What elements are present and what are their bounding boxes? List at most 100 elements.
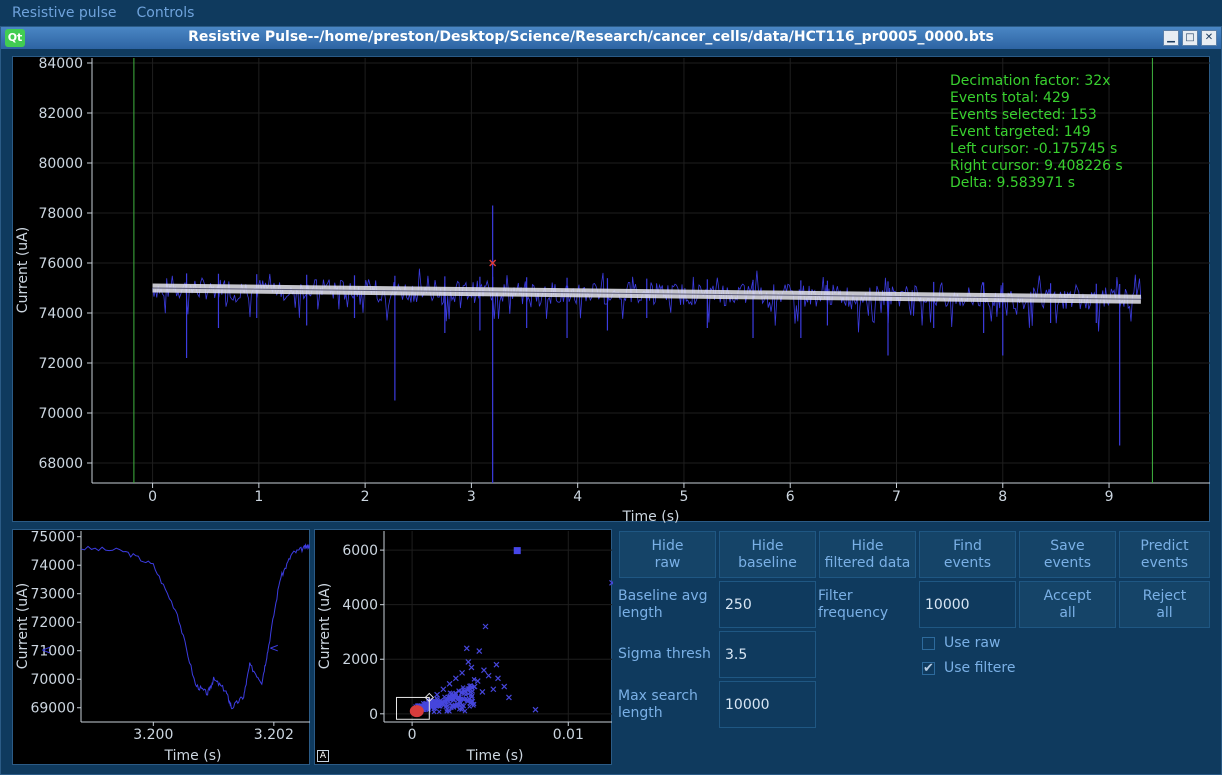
y-tick-label: 2000 <box>342 652 378 668</box>
find-events-label: Find events <box>943 537 992 571</box>
y-tick-label: 72000 <box>38 356 83 372</box>
scatter-point <box>609 579 613 586</box>
y-tick-label: 72000 <box>30 615 75 631</box>
y-tick-label: 76000 <box>38 256 83 272</box>
x-tick-label: 3.200 <box>133 727 173 743</box>
x-tick-label: 1 <box>254 489 263 505</box>
info-line: Event targeted: 149 <box>950 124 1091 140</box>
x-tick-label: 2 <box>361 489 370 505</box>
reject-all-label: Reject all <box>1142 587 1187 621</box>
y-tick-label: 73000 <box>30 587 75 603</box>
scatter-point <box>440 686 447 693</box>
hide-baseline-button[interactable]: Hide baseline <box>719 531 816 578</box>
y-tick-label: 80000 <box>38 156 83 172</box>
left-event-cursor: < <box>41 643 51 657</box>
scatter-point <box>506 694 512 701</box>
title-bar[interactable]: Qt Resistive Pulse--/home/preston/Deskto… <box>1 27 1221 49</box>
scatter-point <box>485 672 492 679</box>
info-line: Events selected: 153 <box>950 107 1097 123</box>
event-trace <box>80 543 310 710</box>
selected-event-point <box>513 547 521 555</box>
main-plot-canvas[interactable]: 68000 70000 72000 74000 76000 78000 80000 82000… <box>13 57 1211 523</box>
x-tick-label: 0 <box>148 489 157 505</box>
main-signal-plot[interactable]: 68000 70000 72000 74000 76000 78000 80000 82000… <box>12 56 1211 523</box>
use-raw-label: Use raw <box>944 635 1001 651</box>
x-tick-label: 5 <box>679 489 688 505</box>
hide-baseline-label: Hide baseline <box>738 537 797 571</box>
event-scatter-plot[interactable]: 0 2000 4000 6000 0 0.01 Time (s) Current (uA) <box>314 529 613 766</box>
filter-frequency-input[interactable]: 10000 <box>919 581 1016 628</box>
scatter-point <box>479 689 486 695</box>
use-raw-check-icon[interactable] <box>922 636 935 650</box>
info-line: Right cursor: 9.408226 s <box>950 158 1123 174</box>
use-filtered-checkbox[interactable]: ✔ Use filtere <box>922 659 1015 677</box>
baseline-avg-text: Baseline avg length <box>618 587 708 621</box>
accept-all-button[interactable]: Accept all <box>1019 581 1116 628</box>
hide-raw-label: Hide raw <box>651 537 684 571</box>
auto-range-button[interactable]: A <box>317 750 329 762</box>
x-tick-label: 4 <box>573 489 582 505</box>
window-title: Resistive Pulse--/home/preston/Desktop/S… <box>188 29 994 45</box>
info-line: Delta: 9.583971 s <box>950 175 1075 191</box>
max-search-input[interactable]: 10000 <box>719 681 816 728</box>
filter-frequency-text: Filter frequency <box>818 587 889 621</box>
sigma-thresh-label: Sigma thresh <box>618 646 711 662</box>
reject-all-button[interactable]: Reject all <box>1119 581 1210 628</box>
predict-events-button[interactable]: Predict events <box>1119 531 1210 578</box>
scatter-point <box>482 623 489 630</box>
sigma-thresh-input[interactable]: 3.5 <box>719 631 816 678</box>
x-tick-label: 0.01 <box>553 727 584 743</box>
info-line: Left cursor: -0.175745 s <box>950 141 1117 157</box>
y-tick-label: 6000 <box>342 543 378 559</box>
save-events-button[interactable]: Save events <box>1019 531 1116 578</box>
use-raw-checkbox[interactable]: Use raw <box>922 634 1000 652</box>
y-tick-label: 74000 <box>30 558 75 574</box>
event-detail-plot[interactable]: 69000 70000 71000 72000 73000 74000 75000 3.200… <box>12 529 310 765</box>
y-tick-label: 75000 <box>30 530 75 546</box>
event-plot-canvas[interactable]: 69000 70000 71000 72000 73000 74000 75000 3.200… <box>13 530 311 766</box>
baseline-avg-label: Baseline avg length <box>618 581 716 628</box>
minimize-button[interactable]: ▁ <box>1163 30 1179 46</box>
find-events-button[interactable]: Find events <box>919 531 1016 578</box>
y-tick-label: 84000 <box>38 57 83 72</box>
scatter-point <box>532 706 539 713</box>
rejected-event-cluster <box>409 705 424 718</box>
close-button[interactable]: ✕ <box>1201 30 1217 46</box>
predict-events-label: Predict events <box>1140 537 1189 571</box>
scatter-point <box>501 683 508 690</box>
scatter-point <box>463 645 470 652</box>
use-filtered-label: Use filtere <box>944 660 1016 676</box>
y-tick-label: 82000 <box>38 106 83 122</box>
info-line: Events total: 429 <box>950 90 1070 106</box>
baseline-avg-input[interactable]: 250 <box>719 581 816 628</box>
max-search-text: Max search length <box>618 687 698 721</box>
scatter-point <box>495 675 501 682</box>
maximize-button[interactable]: □ <box>1182 30 1198 46</box>
max-search-label: Max search length <box>618 681 716 728</box>
scatter-plot-canvas[interactable]: 0 2000 4000 6000 0 0.01 Time (s) Current (uA) <box>315 530 613 766</box>
scatter-point-cluster <box>467 704 472 709</box>
y-tick-label: 78000 <box>38 206 83 222</box>
scatter-point <box>452 675 459 682</box>
menu-resistive-pulse[interactable]: Resistive pulse <box>12 5 116 21</box>
y-axis-label: Current (uA) <box>317 583 333 669</box>
y-tick-label: 68000 <box>38 456 83 472</box>
scatter-point <box>476 648 483 654</box>
y-tick-label: 70000 <box>30 672 75 688</box>
hide-raw-button[interactable]: Hide raw <box>619 531 716 578</box>
app-root: Resistive pulse Controls Qt Resistive Pu… <box>0 0 1222 775</box>
x-axis-label: Time (s) <box>622 509 680 523</box>
accept-all-label: Accept all <box>1043 587 1092 621</box>
x-tick-label: 6 <box>786 489 795 505</box>
x-tick-label: 8 <box>998 489 1007 505</box>
menu-controls[interactable]: Controls <box>136 5 194 21</box>
use-filtered-check-icon[interactable]: ✔ <box>922 661 935 675</box>
hide-filtered-button[interactable]: Hide filtered data <box>819 531 916 578</box>
x-axis-label: Time (s) <box>164 748 222 764</box>
scatter-point <box>468 664 475 671</box>
save-events-label: Save events <box>1043 537 1092 571</box>
scatter-point <box>434 691 441 698</box>
info-line: Decimation factor: 32x <box>950 73 1111 89</box>
y-tick-label: 74000 <box>38 306 83 322</box>
y-axis-label: Current (uA) <box>15 583 31 669</box>
